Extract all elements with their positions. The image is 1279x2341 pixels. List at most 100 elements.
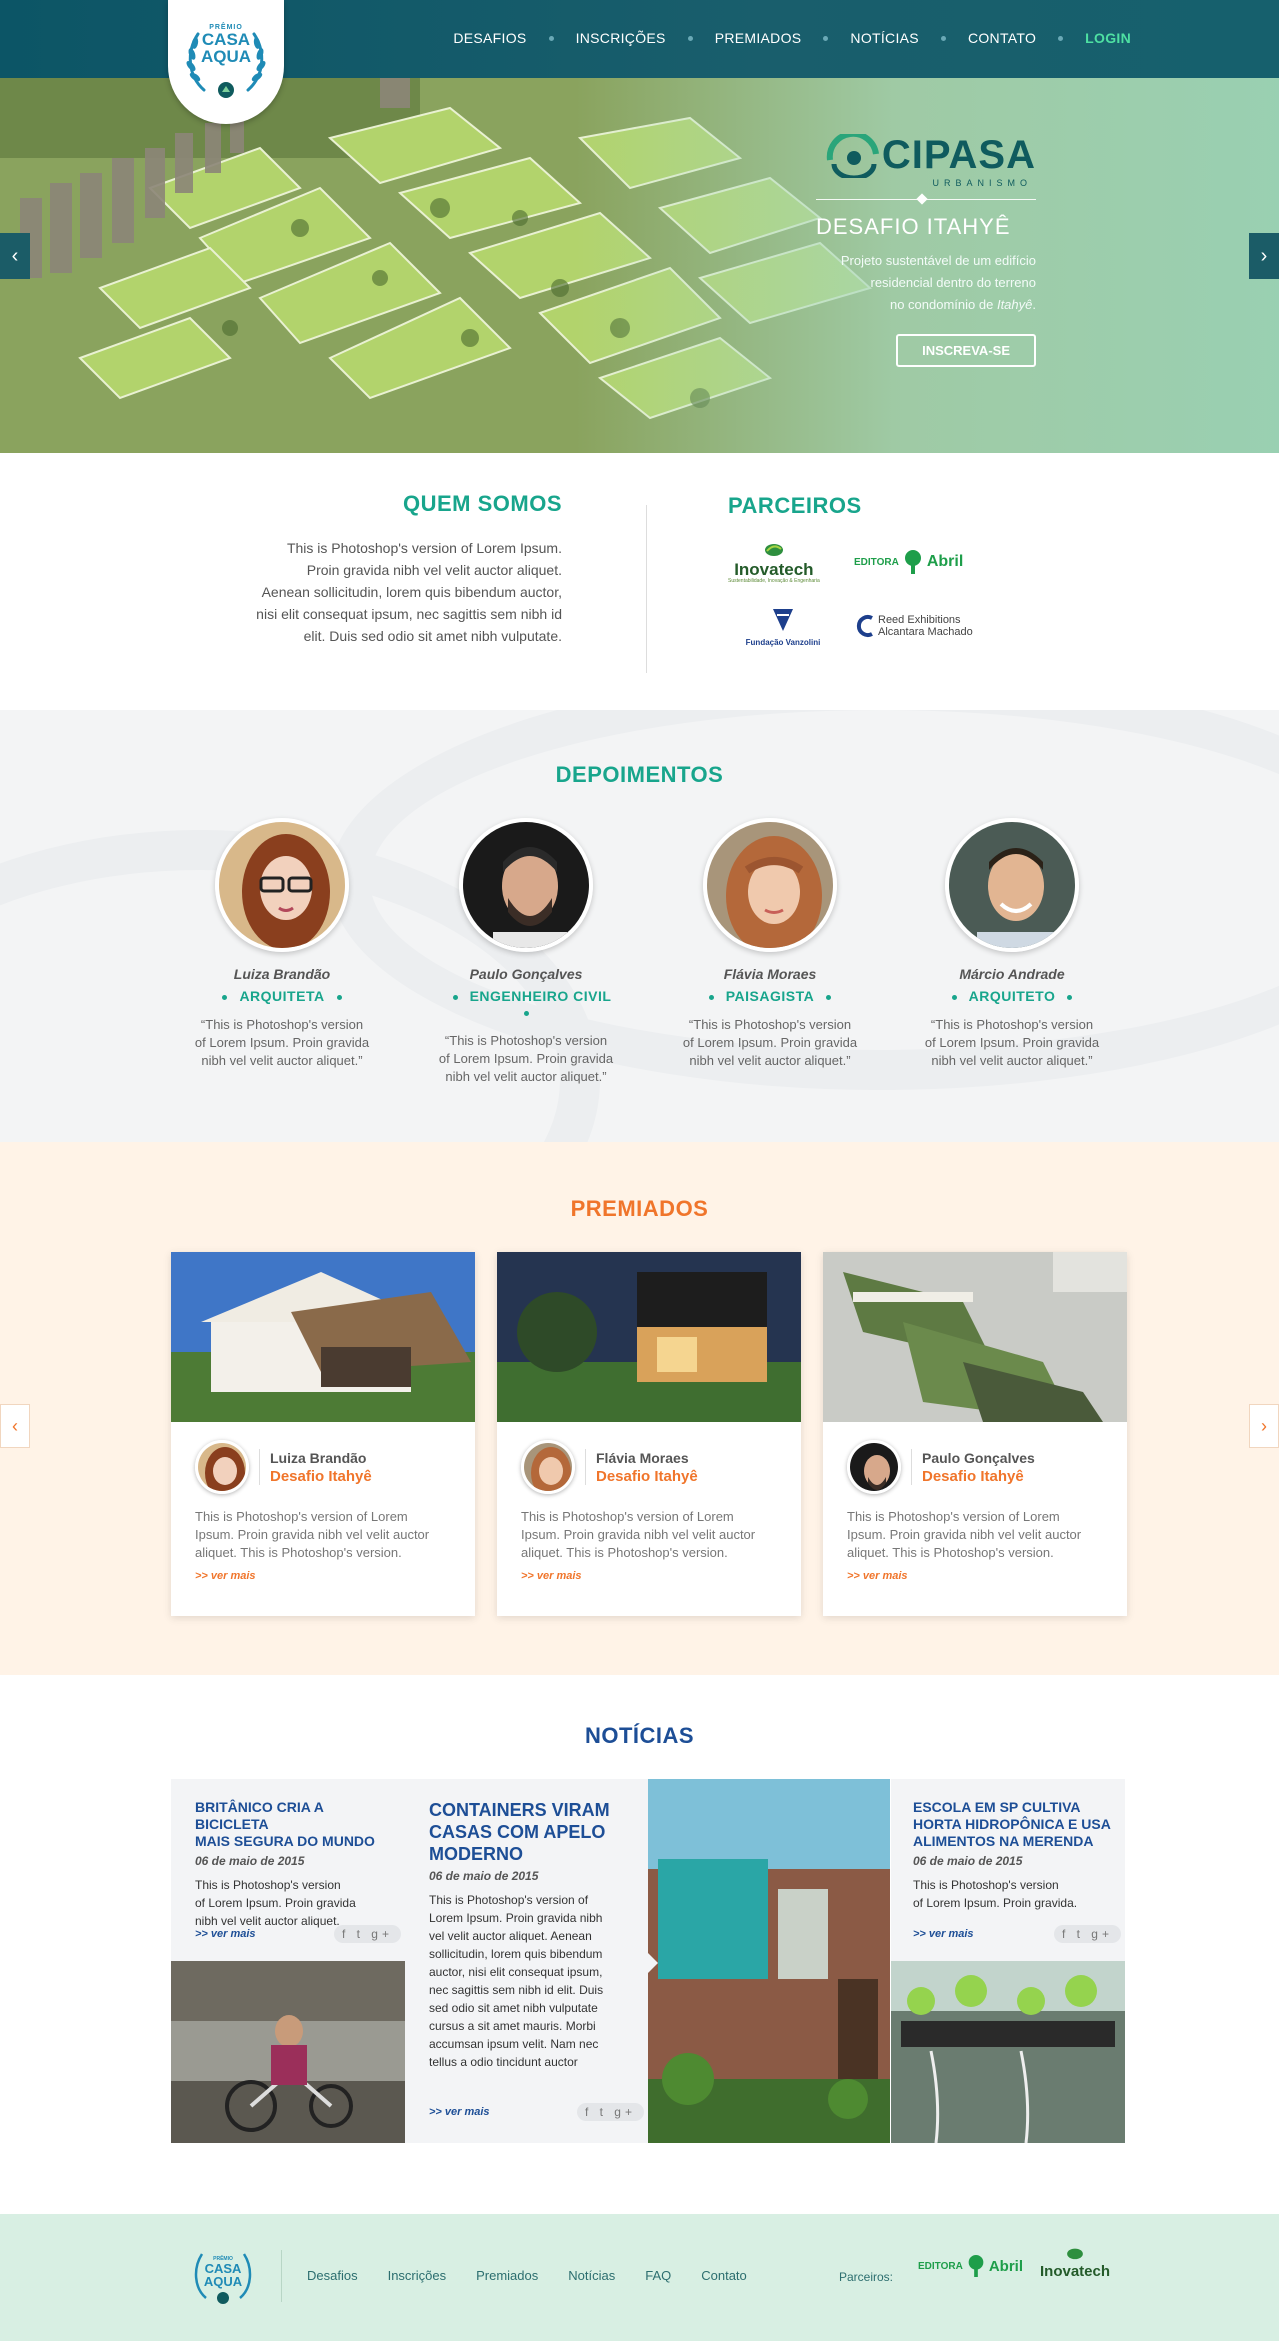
award-description: This is Photoshop's version of Lorem Ipsu… xyxy=(195,1509,430,1560)
hero-next-arrow[interactable]: › xyxy=(1249,233,1279,279)
cipasa-mark-icon xyxy=(826,133,879,178)
news-headline[interactable]: CONTAINERS VIRAM CASAS COM APELO MODERNO xyxy=(429,1799,634,1865)
nav-separator xyxy=(687,35,693,41)
news-item[interactable]: BRITÂNICO CRIA A BICICLETA MAIS SEGURA DO… xyxy=(171,1779,405,2143)
inovatech-leaf-icon xyxy=(764,543,783,556)
partner-reed-exhibitions-logo[interactable]: Reed Exhibitions Alcantara Machado xyxy=(854,603,994,649)
footer-link-premiados[interactable]: Premiados xyxy=(476,2268,538,2283)
site-logo[interactable]: PRÊMIO CASA AQUA xyxy=(168,0,284,124)
footer-nav: Desafios Inscrições Premiados Notícias F… xyxy=(307,2268,777,2283)
ver-mais-link[interactable]: >> ver mais xyxy=(195,1928,256,1940)
award-avatar xyxy=(195,1440,249,1494)
testimonial-role: ENGENHEIRO CIVIL xyxy=(431,988,621,1020)
award-winner-name: Flávia Moraes xyxy=(596,1449,689,1466)
partner-fundacao-vanzolini-logo[interactable]: Fundação Vanzolini xyxy=(728,603,854,649)
testimonial-role: ARQUITETO xyxy=(917,988,1107,1004)
news-photo xyxy=(171,1961,405,2143)
share-buttons[interactable]: f t g+ xyxy=(1053,1925,1121,1943)
noticias-section: NOTÍCIAS BRITÂNICO CRIA A BICICLETA MAIS … xyxy=(0,1675,1279,2214)
nav-noticias[interactable]: NOTÍCIAS xyxy=(850,30,919,46)
footer-link-contato[interactable]: Contato xyxy=(701,2268,747,2283)
award-challenge[interactable]: Desafio Itahyê xyxy=(922,1468,1035,1485)
nav-premiados[interactable]: PREMIADOS xyxy=(715,30,802,46)
testimonial-quote: “This is Photoshop's version of Lorem Ips… xyxy=(194,1017,370,1068)
login-link[interactable]: LOGIN xyxy=(1085,30,1131,46)
logo-aqua-text: AQUA xyxy=(200,47,252,66)
news-date: 06 de maio de 2015 xyxy=(913,1854,1023,1868)
parceiros-block: PARCEIROS Inovatech Sustentabilidade, In… xyxy=(728,493,1028,649)
hero-prev-arrow[interactable]: ‹ xyxy=(0,233,30,279)
footer-link-desafios[interactable]: Desafios xyxy=(307,2268,358,2283)
testimonial-name: Luiza Brandão xyxy=(233,966,331,982)
nav-inscricoes[interactable]: INSCRIÇÕES xyxy=(576,30,666,46)
quem-somos-title: QUEM SOMOS xyxy=(402,491,562,516)
award-avatar xyxy=(847,1440,901,1494)
testimonial-quote: “This is Photoshop's version of Lorem Ips… xyxy=(438,1033,614,1084)
share-buttons[interactable]: f t g+ xyxy=(576,2103,644,2121)
cipasa-divider xyxy=(812,192,1036,208)
news-excerpt: This is Photoshop's version of Lorem Ipsu… xyxy=(429,1893,604,2069)
testimonial-card: Márcio Andrade ARQUITETO “This is Photos… xyxy=(917,818,1107,1070)
logo-casa-text: CASA xyxy=(201,30,251,49)
hero-description: Projeto sustentável de um edifício resid… xyxy=(840,253,1036,312)
award-photo xyxy=(497,1252,801,1422)
nav-contato[interactable]: CONTATO xyxy=(968,30,1036,46)
partner-editora-abril-logo[interactable]: EDITORA Abril xyxy=(854,539,994,585)
news-date: 06 de maio de 2015 xyxy=(429,1869,539,1883)
partner-inovatech-logo[interactable]: Inovatech Sustentabilidade, Inovação & E… xyxy=(728,539,854,585)
award-description: This is Photoshop's version of Lorem Ipsu… xyxy=(847,1509,1082,1560)
award-challenge[interactable]: Desafio Itahyê xyxy=(270,1468,372,1485)
testimonial-name: Flávia Moraes xyxy=(723,966,817,982)
premiados-next-arrow[interactable]: › xyxy=(1249,1404,1279,1448)
news-headline[interactable]: BRITÂNICO CRIA A BICICLETA MAIS SEGURA DO… xyxy=(195,1799,389,1850)
quem-somos-block: QUEM SOMOS This is Photoshop's version o… xyxy=(242,491,562,647)
depoimentos-section: DEPOIMENTOS Luiza Brandão ARQUITETA “Thi… xyxy=(0,710,1279,1142)
award-avatar xyxy=(521,1440,575,1494)
nav-separator xyxy=(548,35,554,41)
premiados-title: PREMIADOS xyxy=(570,1196,709,1221)
award-winner-name: Paulo Gonçalves xyxy=(922,1449,1035,1466)
partner-logos: Inovatech Sustentabilidade, Inovação & E… xyxy=(728,539,1028,649)
testimonial-role: ARQUITETA xyxy=(187,988,377,1004)
award-card[interactable]: Luiza Brandão Desafio Itahyê This is Pho… xyxy=(171,1252,475,1616)
news-headline[interactable]: ESCOLA EM SP CULTIVA HORTA HIDROPÔNICA E … xyxy=(913,1799,1115,1850)
footer-link-noticias[interactable]: Notícias xyxy=(568,2268,615,2283)
award-meta: Flávia Moraes Desafio Itahyê xyxy=(497,1422,801,1494)
testimonial-card: Flávia Moraes PAISAGISTA “This is Photos… xyxy=(675,818,865,1070)
award-card[interactable]: Flávia Moraes Desafio Itahyê This is Pho… xyxy=(497,1252,801,1616)
nav-separator xyxy=(823,35,829,41)
nav-desafios[interactable]: DESAFIOS xyxy=(453,30,526,46)
hero-cipasa-panel: CIPASA URBANISMO DESAFIO ITAHYÊ Projeto … xyxy=(812,133,1036,367)
nav-separator xyxy=(940,35,946,41)
award-photo xyxy=(171,1252,475,1422)
ver-mais-link[interactable]: >> ver mais xyxy=(823,1562,1127,1582)
inscreva-se-button[interactable]: INSCREVA-SE xyxy=(896,334,1036,367)
cipasa-logo: CIPASA xyxy=(812,133,1036,178)
quem-somos-text: This is Photoshop's version of Lorem Ips… xyxy=(256,540,562,644)
award-card[interactable]: Paulo Gonçalves Desafio Itahyê This is P… xyxy=(823,1252,1127,1616)
ver-mais-link[interactable]: >> ver mais xyxy=(913,1928,974,1940)
footer-link-faq[interactable]: FAQ xyxy=(645,2268,671,2283)
news-excerpt: This is Photoshop's version of Lorem Ipsu… xyxy=(195,1878,356,1928)
footer-link-inscricoes[interactable]: Inscrições xyxy=(388,2268,447,2283)
ver-mais-link[interactable]: >> ver mais xyxy=(429,2106,490,2118)
nav-separator xyxy=(1058,35,1064,41)
ver-mais-link[interactable]: >> ver mais xyxy=(171,1562,475,1582)
footer-partner-inovatech-logo[interactable]: Inovatech xyxy=(1040,2246,1110,2279)
testimonial-avatar xyxy=(459,818,593,952)
testimonial-quote: “This is Photoshop's version of Lorem Ips… xyxy=(924,1017,1100,1068)
premiados-prev-arrow[interactable]: ‹ xyxy=(0,1404,30,1448)
ver-mais-link[interactable]: >> ver mais xyxy=(497,1562,801,1582)
inovatech-leaf-icon xyxy=(1067,2248,1083,2260)
testimonial-card: Paulo Gonçalves ENGENHEIRO CIVIL “This i… xyxy=(431,818,621,1086)
noticias-title: NOTÍCIAS xyxy=(584,1723,695,1748)
footer-partner-abril-logo[interactable]: EDITORA Abril xyxy=(918,2254,1023,2278)
about-section: QUEM SOMOS This is Photoshop's version o… xyxy=(0,453,1279,710)
cipasa-brand-sub: URBANISMO xyxy=(932,178,1032,188)
share-buttons[interactable]: f t g+ xyxy=(333,1925,401,1943)
award-challenge[interactable]: Desafio Itahyê xyxy=(596,1468,698,1485)
news-item-featured[interactable]: CONTAINERS VIRAM CASAS COM APELO MODERNO 0… xyxy=(405,1779,648,2143)
news-item[interactable]: ESCOLA EM SP CULTIVA HORTA HIDROPÔNICA E … xyxy=(891,1779,1125,2143)
footer-logo[interactable]: PRÊMIO CASA AQUA xyxy=(188,2240,258,2310)
award-winner-name: Luiza Brandão xyxy=(270,1449,367,1466)
